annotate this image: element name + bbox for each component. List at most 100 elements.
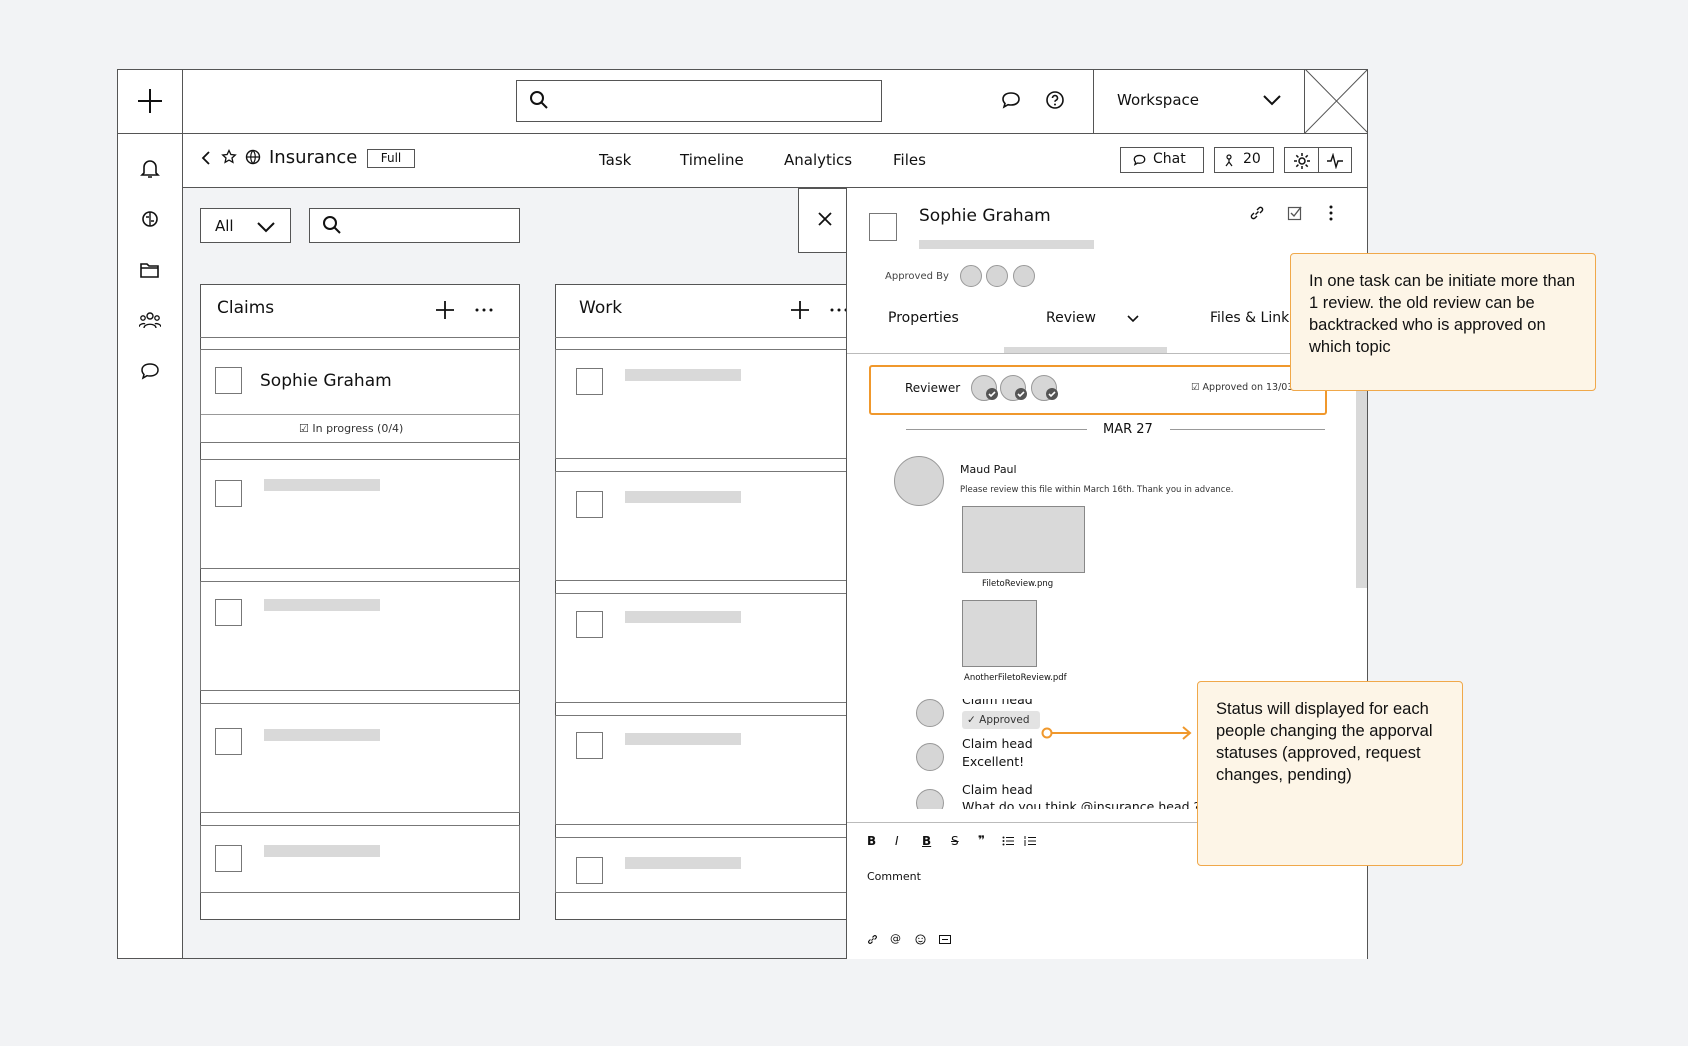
- members-button[interactable]: 20: [1214, 147, 1274, 173]
- chat-button[interactable]: Chat: [1120, 147, 1204, 173]
- search-icon: [323, 216, 341, 234]
- chevron-down-icon: [1263, 95, 1281, 106]
- card-checkbox[interactable]: [576, 732, 603, 759]
- gif-icon[interactable]: [939, 935, 951, 944]
- attach-link-icon[interactable]: [867, 934, 878, 945]
- task-checkbox[interactable]: [869, 213, 897, 241]
- quote-button[interactable]: ❞: [978, 833, 985, 847]
- task-card[interactable]: [555, 349, 847, 459]
- panel-title: Sophie Graham: [919, 206, 1051, 226]
- activity-author: Claim head: [962, 736, 1033, 751]
- logo-placeholder: [1304, 68, 1369, 134]
- chat-button-label: Chat: [1153, 151, 1186, 167]
- card-checkbox[interactable]: [215, 728, 242, 755]
- card-checkbox[interactable]: [215, 845, 242, 872]
- add-card-icon[interactable]: [790, 300, 810, 320]
- brain-icon[interactable]: [140, 209, 160, 229]
- messages-icon[interactable]: [1001, 91, 1021, 109]
- underline-button[interactable]: B: [922, 834, 931, 848]
- activity-author: Claim head: [962, 699, 1033, 707]
- task-card[interactable]: [555, 715, 847, 825]
- task-card[interactable]: [555, 593, 847, 703]
- task-card[interactable]: [200, 581, 520, 691]
- more-icon[interactable]: [474, 307, 494, 313]
- card-checkbox[interactable]: [576, 857, 603, 884]
- activity-text: What do you think @insurance head ?: [962, 799, 1201, 809]
- link-icon[interactable]: [1249, 205, 1265, 221]
- bullet-list-icon[interactable]: [1002, 836, 1014, 846]
- approver-avatar: [960, 265, 982, 287]
- task-card[interactable]: [200, 459, 520, 569]
- add-card-icon[interactable]: [435, 300, 455, 320]
- chevron-down-icon: [257, 222, 275, 233]
- tab-review[interactable]: Review: [1046, 310, 1096, 326]
- close-panel-button[interactable]: [798, 188, 847, 253]
- task-card[interactable]: [200, 703, 520, 813]
- strikethrough-button[interactable]: S: [951, 834, 959, 848]
- placeholder-bar: [625, 857, 741, 869]
- image-placeholder-icon: [1304, 68, 1369, 134]
- star-icon[interactable]: [221, 149, 237, 165]
- task-card[interactable]: [200, 825, 520, 893]
- task-card[interactable]: Sophie Graham ☑ In progress (0/4): [200, 349, 520, 443]
- gear-icon[interactable]: [1293, 152, 1311, 170]
- tab-files[interactable]: Files: [893, 151, 926, 169]
- file-name[interactable]: AnotherFiletoReview.pdf: [964, 673, 1067, 683]
- file-thumbnail[interactable]: [962, 506, 1085, 573]
- tab-properties[interactable]: Properties: [888, 310, 959, 326]
- workspace-label: Workspace: [1117, 91, 1199, 109]
- comment-input[interactable]: Comment: [867, 870, 921, 883]
- globe-icon[interactable]: [245, 149, 261, 165]
- tab-analytics[interactable]: Analytics: [784, 151, 852, 169]
- italic-button[interactable]: I: [895, 834, 899, 848]
- numbered-list-icon[interactable]: [1024, 836, 1036, 846]
- task-card[interactable]: [555, 471, 847, 581]
- folder-icon[interactable]: [140, 261, 160, 279]
- date-divider: MAR 27: [1103, 422, 1153, 437]
- file-thumbnail[interactable]: [962, 600, 1037, 667]
- global-search-input[interactable]: [516, 80, 882, 122]
- help-icon[interactable]: [1045, 90, 1065, 110]
- tab-task[interactable]: Task: [599, 151, 631, 169]
- emoji-icon[interactable]: [915, 934, 926, 945]
- view-badge[interactable]: Full: [367, 149, 415, 168]
- sidebar: [117, 69, 183, 959]
- checklist-icon[interactable]: [1287, 205, 1303, 221]
- card-checkbox[interactable]: [215, 599, 242, 626]
- annotation-arrow: [1041, 726, 1192, 740]
- card-checkbox[interactable]: [576, 368, 603, 395]
- tab-timeline[interactable]: Timeline: [680, 151, 744, 169]
- column-title: Work: [579, 298, 623, 318]
- activity-icon[interactable]: [1326, 153, 1344, 169]
- plus-icon: [138, 89, 162, 113]
- team-icon[interactable]: [139, 311, 161, 329]
- bell-icon[interactable]: [140, 158, 160, 180]
- chevron-down-icon[interactable]: [1126, 314, 1140, 324]
- create-button[interactable]: [117, 69, 183, 134]
- bold-button[interactable]: B: [867, 834, 876, 848]
- file-name[interactable]: FiletoReview.png: [982, 579, 1053, 589]
- mention-icon[interactable]: @: [890, 932, 901, 945]
- filter-dropdown[interactable]: All: [200, 208, 291, 243]
- scrollbar-thumb[interactable]: [1356, 388, 1367, 588]
- workspace-dropdown[interactable]: Workspace: [1093, 69, 1304, 134]
- placeholder-bar: [264, 729, 380, 741]
- card-checkbox[interactable]: [576, 611, 603, 638]
- reviewer-row[interactable]: Reviewer ☑ Approved on 13/03/2: [869, 365, 1327, 415]
- card-checkbox[interactable]: [576, 491, 603, 518]
- task-card[interactable]: [555, 837, 847, 893]
- more-icon[interactable]: [829, 307, 847, 313]
- approved-on-value: Approved on 13/03/2: [1202, 382, 1303, 393]
- chat-icon[interactable]: [140, 362, 160, 380]
- card-status-text: In progress (0/4): [312, 422, 404, 435]
- card-checkbox[interactable]: [215, 367, 242, 394]
- kebab-menu-icon[interactable]: [1328, 204, 1334, 222]
- board-search-input[interactable]: [309, 208, 520, 243]
- approved-status-badge: ✓ Approved: [962, 711, 1040, 729]
- placeholder-bar: [264, 599, 380, 611]
- card-checkbox[interactable]: [215, 480, 242, 507]
- person-icon: [1225, 154, 1233, 167]
- placeholder-bar: [625, 733, 741, 745]
- back-icon[interactable]: [200, 150, 212, 166]
- tab-files-links[interactable]: Files & Links: [1210, 310, 1297, 326]
